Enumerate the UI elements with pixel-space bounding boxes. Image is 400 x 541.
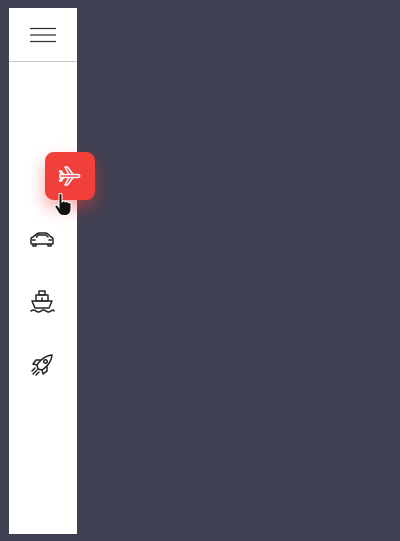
ship-icon	[30, 290, 55, 313]
rocket-icon	[31, 354, 53, 376]
airplane-icon	[58, 166, 81, 186]
sidebar	[9, 8, 95, 534]
nav-item-rocket[interactable]	[17, 341, 67, 389]
nav-item-car[interactable]	[17, 215, 67, 263]
menu-toggle-button[interactable]	[9, 8, 77, 62]
nav-item-plane[interactable]	[45, 152, 95, 200]
hamburger-menu-icon	[30, 27, 56, 42]
car-icon	[30, 232, 54, 247]
nav-item-ship[interactable]	[17, 278, 67, 326]
